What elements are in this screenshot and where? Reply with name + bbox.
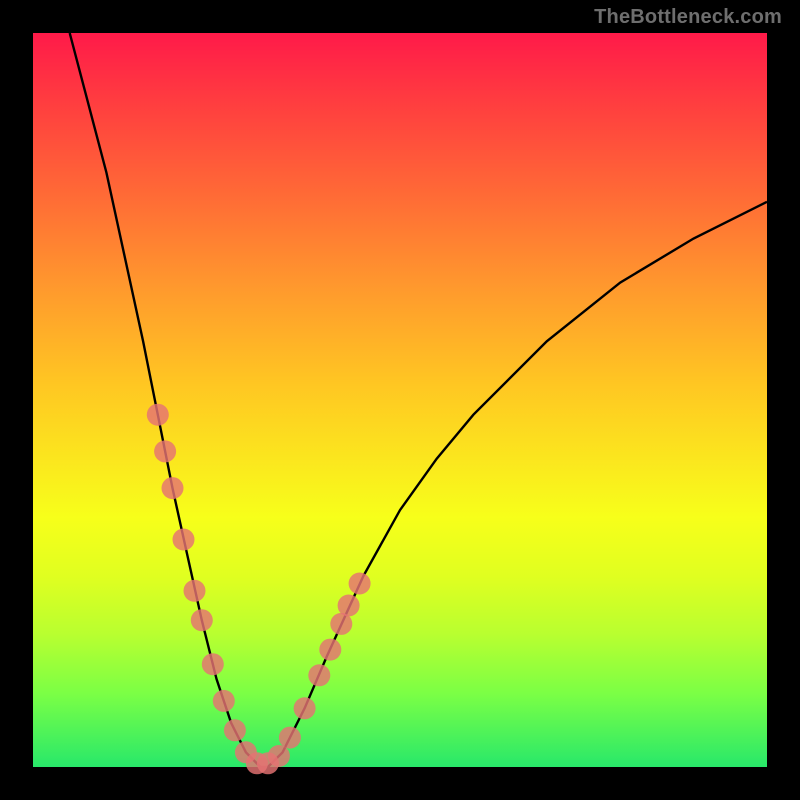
marker-dot <box>213 690 235 712</box>
marker-dot <box>224 719 246 741</box>
marker-dot <box>268 745 290 767</box>
marker-dot <box>308 664 330 686</box>
marker-dot <box>184 580 206 602</box>
marker-dot <box>319 639 341 661</box>
marker-dot <box>338 595 360 617</box>
marker-dot <box>173 529 195 551</box>
watermark-text: TheBottleneck.com <box>594 6 782 29</box>
marker-dot <box>349 573 371 595</box>
chart-frame: TheBottleneck.com <box>0 0 800 800</box>
marker-dot <box>154 440 176 462</box>
marker-dot <box>202 653 224 675</box>
marker-dot <box>294 697 316 719</box>
marker-dot <box>162 477 184 499</box>
marker-dot <box>147 404 169 426</box>
marker-dot <box>191 609 213 631</box>
bottleneck-curve <box>70 33 767 767</box>
marker-group <box>147 404 371 775</box>
chart-svg <box>33 33 767 767</box>
marker-dot <box>279 727 301 749</box>
